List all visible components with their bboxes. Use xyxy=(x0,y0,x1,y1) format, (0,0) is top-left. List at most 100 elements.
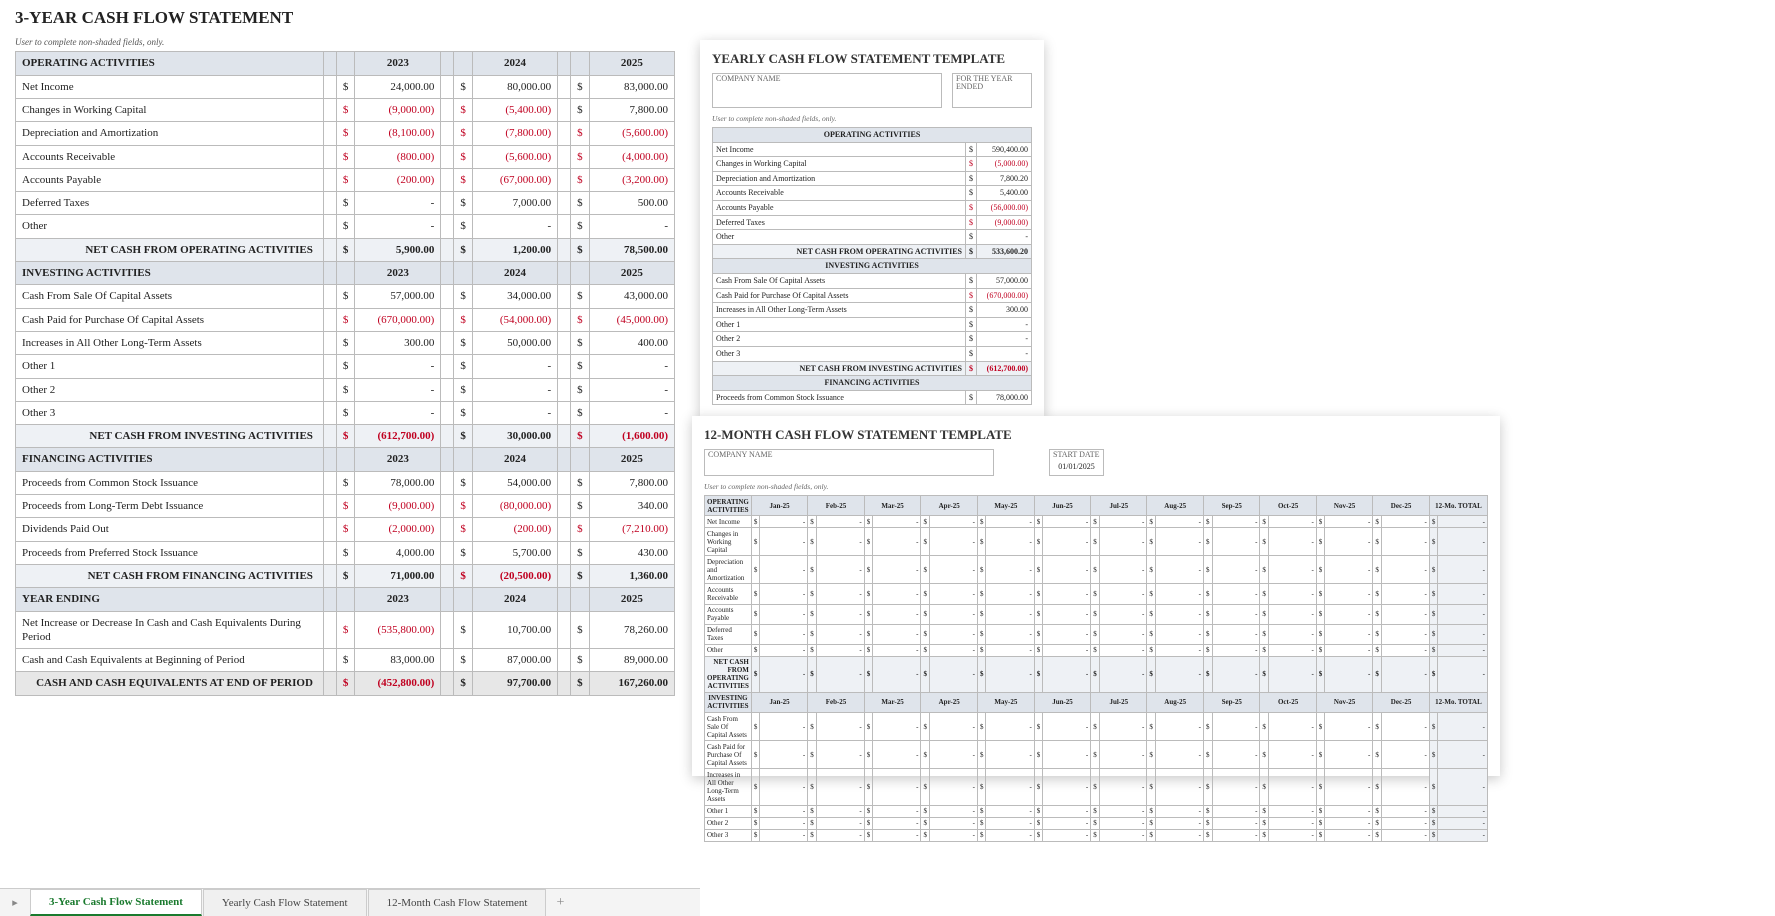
m-cell[interactable]: - xyxy=(1212,713,1260,741)
cell[interactable]: 7,800.00 xyxy=(589,471,674,494)
m-cell[interactable]: - xyxy=(929,516,977,528)
m-cell[interactable]: - xyxy=(1099,644,1147,656)
m-cell[interactable]: - xyxy=(1212,584,1260,604)
m-cell[interactable]: - xyxy=(816,556,864,584)
m-cell[interactable]: - xyxy=(816,516,864,528)
m-cell[interactable]: - xyxy=(1099,741,1147,769)
m-cell[interactable]: - xyxy=(873,769,921,805)
cell[interactable]: (54,000.00) xyxy=(472,308,557,331)
m-cell[interactable]: - xyxy=(929,584,977,604)
m-cell[interactable]: - xyxy=(1155,817,1203,829)
m-cell[interactable]: - xyxy=(1155,556,1203,584)
foryear-input[interactable] xyxy=(953,91,1031,107)
m-cell[interactable]: - xyxy=(1212,805,1260,817)
m-cell[interactable]: - xyxy=(1043,556,1091,584)
cell[interactable]: 34,000.00 xyxy=(472,285,557,308)
mini-cell[interactable]: - xyxy=(977,230,1032,245)
cell[interactable]: 500.00 xyxy=(589,192,674,215)
m-cell[interactable]: - xyxy=(760,528,808,556)
m-cell[interactable]: - xyxy=(929,556,977,584)
m-cell[interactable]: - xyxy=(929,769,977,805)
m-cell[interactable]: - xyxy=(1212,528,1260,556)
m-cell[interactable]: - xyxy=(1099,805,1147,817)
m-cell[interactable]: - xyxy=(816,829,864,841)
tab-yearly[interactable]: Yearly Cash Flow Statement xyxy=(203,889,367,916)
cell[interactable]: - xyxy=(589,378,674,401)
m-cell[interactable]: - xyxy=(873,644,921,656)
mini-cell[interactable]: - xyxy=(977,317,1032,332)
m-cell[interactable]: - xyxy=(1381,624,1429,644)
m-cell[interactable]: - xyxy=(986,528,1034,556)
m-cell[interactable]: - xyxy=(1043,528,1091,556)
m-cell[interactable]: - xyxy=(986,829,1034,841)
m-cell[interactable]: - xyxy=(986,769,1034,805)
cell[interactable]: - xyxy=(589,355,674,378)
cell[interactable]: - xyxy=(355,355,441,378)
mini-cell[interactable]: (56,000.00) xyxy=(977,200,1032,215)
m-cell[interactable]: - xyxy=(1325,713,1373,741)
cell[interactable]: (67,000.00) xyxy=(472,168,557,191)
m-cell[interactable]: - xyxy=(1155,516,1203,528)
m-cell[interactable]: - xyxy=(816,528,864,556)
m-cell[interactable]: - xyxy=(873,584,921,604)
company-input[interactable] xyxy=(713,83,941,99)
cell[interactable]: - xyxy=(589,401,674,424)
m-cell[interactable]: - xyxy=(1099,769,1147,805)
cell[interactable]: 57,000.00 xyxy=(355,285,441,308)
m-cell[interactable]: - xyxy=(816,584,864,604)
m-cell[interactable]: - xyxy=(1099,713,1147,741)
m-cell[interactable]: - xyxy=(1381,829,1429,841)
m-cell[interactable]: - xyxy=(816,817,864,829)
m-cell[interactable]: - xyxy=(1155,713,1203,741)
m-cell[interactable]: - xyxy=(1212,516,1260,528)
m-cell[interactable]: - xyxy=(1043,713,1091,741)
m-cell[interactable]: - xyxy=(1155,604,1203,624)
m-cell[interactable]: - xyxy=(816,624,864,644)
cell[interactable]: - xyxy=(355,401,441,424)
m-cell[interactable]: - xyxy=(1099,528,1147,556)
mini-cell[interactable]: (9,000.00) xyxy=(977,215,1032,230)
m-cell[interactable]: - xyxy=(760,644,808,656)
m-cell[interactable]: - xyxy=(1325,829,1373,841)
m-company-input[interactable] xyxy=(705,459,993,475)
m-start-input[interactable]: 01/01/2025 xyxy=(1050,459,1103,475)
cell[interactable]: 78,260.00 xyxy=(589,611,674,649)
cell[interactable]: - xyxy=(355,378,441,401)
m-cell[interactable]: - xyxy=(1381,584,1429,604)
m-cell[interactable]: - xyxy=(986,713,1034,741)
m-cell[interactable]: - xyxy=(1212,556,1260,584)
cell[interactable]: 54,000.00 xyxy=(472,471,557,494)
mini-cell[interactable]: 78,000.00 xyxy=(977,390,1032,405)
mini-cell[interactable]: - xyxy=(977,346,1032,361)
m-cell[interactable]: - xyxy=(1381,769,1429,805)
m-cell[interactable]: - xyxy=(760,817,808,829)
m-cell[interactable]: - xyxy=(1268,604,1316,624)
m-cell[interactable]: - xyxy=(1268,769,1316,805)
m-cell[interactable]: - xyxy=(760,624,808,644)
cell[interactable]: (5,600.00) xyxy=(589,122,674,145)
m-cell[interactable]: - xyxy=(1268,644,1316,656)
cell[interactable]: (80,000.00) xyxy=(472,495,557,518)
m-cell[interactable]: - xyxy=(1043,516,1091,528)
cell[interactable]: 80,000.00 xyxy=(472,75,557,98)
cell[interactable]: (9,000.00) xyxy=(355,98,441,121)
m-cell[interactable]: - xyxy=(929,624,977,644)
cell[interactable]: 50,000.00 xyxy=(472,331,557,354)
m-cell[interactable]: - xyxy=(873,624,921,644)
m-cell[interactable]: - xyxy=(1325,604,1373,624)
m-cell[interactable]: - xyxy=(816,805,864,817)
m-cell[interactable]: - xyxy=(816,604,864,624)
cell[interactable]: (2,000.00) xyxy=(355,518,441,541)
cell[interactable]: 24,000.00 xyxy=(355,75,441,98)
m-cell[interactable]: - xyxy=(1268,624,1316,644)
cell[interactable]: 10,700.00 xyxy=(472,611,557,649)
m-cell[interactable]: - xyxy=(986,584,1034,604)
m-cell[interactable]: - xyxy=(1212,769,1260,805)
m-cell[interactable]: - xyxy=(1325,584,1373,604)
m-cell[interactable]: - xyxy=(1325,644,1373,656)
m-cell[interactable]: - xyxy=(873,829,921,841)
m-cell[interactable]: - xyxy=(1155,741,1203,769)
m-cell[interactable]: - xyxy=(1155,528,1203,556)
cell[interactable]: (9,000.00) xyxy=(355,495,441,518)
m-cell[interactable]: - xyxy=(1043,829,1091,841)
